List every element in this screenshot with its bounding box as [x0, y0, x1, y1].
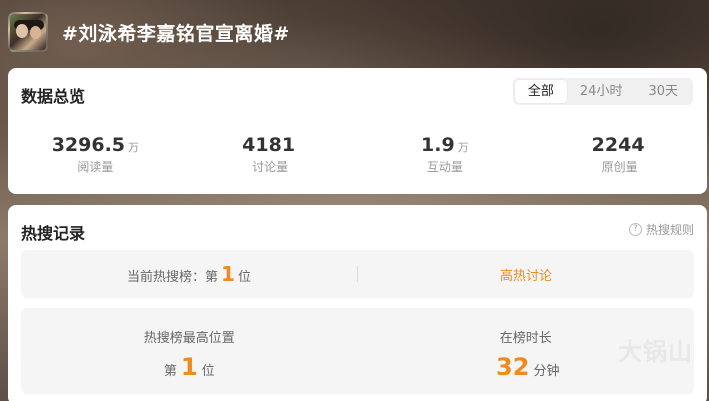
topic-title: #刘泳希李嘉铭官宣离婚# — [62, 22, 290, 45]
tab-all[interactable]: 全部 — [514, 80, 567, 103]
stat-label: 原创量 — [601, 160, 638, 174]
stat-label: 讨论量 — [252, 160, 289, 174]
current-rank-suffix: 位 — [237, 270, 251, 285]
hotsearch-title: 热搜记录 — [21, 224, 86, 243]
rank-stats-row: 热搜榜最高位置 第1位 在榜时长 32 分钟 — [21, 308, 694, 394]
topic-avatar[interactable] — [8, 12, 48, 52]
peak-suffix: 位 — [201, 364, 215, 379]
stat-unit: 万 — [128, 141, 140, 154]
stat-unit: 万 — [457, 141, 469, 154]
hot-discussion-tag: 高热讨论 — [499, 268, 552, 284]
duration-number: 32 — [496, 353, 530, 381]
stats-row: 3296.5 万 阅读量 4181 讨论量 1.9 万 互动量 2244 原创量 — [8, 134, 707, 175]
stat-reads: 3296.5 万 阅读量 — [8, 134, 183, 175]
stat-value: 2244 — [591, 134, 645, 156]
stat-value: 4181 — [242, 134, 296, 156]
stat-value: 1.9 — [421, 134, 455, 156]
stat-label: 阅读量 — [77, 160, 114, 174]
stat-discussions: 4181 讨论量 — [183, 134, 358, 175]
peak-prefix: 第 — [163, 364, 177, 379]
stat-label: 互动量 — [426, 160, 463, 174]
current-rank-row: 当前热搜榜：第 1 位 高热讨论 — [21, 250, 694, 298]
peak-position: 热搜榜最高位置 第1位 — [21, 308, 358, 394]
overview-card: 数据总览 全部 24小时 30天 3296.5 万 阅读量 4181 讨论量 1.… — [8, 68, 707, 194]
current-rank-label: 当前热搜榜：第 — [127, 270, 219, 285]
stat-originals: 2244 原创量 — [532, 134, 707, 175]
question-circle-icon: ? — [628, 223, 642, 236]
rules-label: 热搜规则 — [645, 223, 694, 237]
current-rank-number: 1 — [221, 262, 235, 286]
time-range-tabs: 全部 24小时 30天 — [512, 78, 693, 105]
duration-unit: 分钟 — [533, 364, 560, 379]
watermark: 大锅山 — [618, 338, 693, 366]
tab-30d[interactable]: 30天 — [635, 80, 691, 103]
tab-24h[interactable]: 24小时 — [567, 80, 636, 103]
topic-header: #刘泳希李嘉铭官宣离婚# — [8, 12, 290, 52]
hot-status: 高热讨论 — [358, 265, 694, 284]
peak-label: 热搜榜最高位置 — [143, 331, 235, 346]
hotsearch-card: 热搜记录 ? 热搜规则 当前热搜榜：第 1 位 高热讨论 热搜榜最高位置 第1位 在… — [8, 205, 707, 401]
current-rank: 当前热搜榜：第 1 位 — [21, 262, 357, 286]
hotsearch-rules-link[interactable]: ? 热搜规则 — [628, 221, 694, 238]
peak-rank-number: 1 — [180, 353, 198, 381]
overview-title: 数据总览 — [21, 87, 86, 106]
stat-value: 3296.5 — [51, 134, 126, 156]
stat-interactions: 1.9 万 互动量 — [358, 134, 533, 175]
